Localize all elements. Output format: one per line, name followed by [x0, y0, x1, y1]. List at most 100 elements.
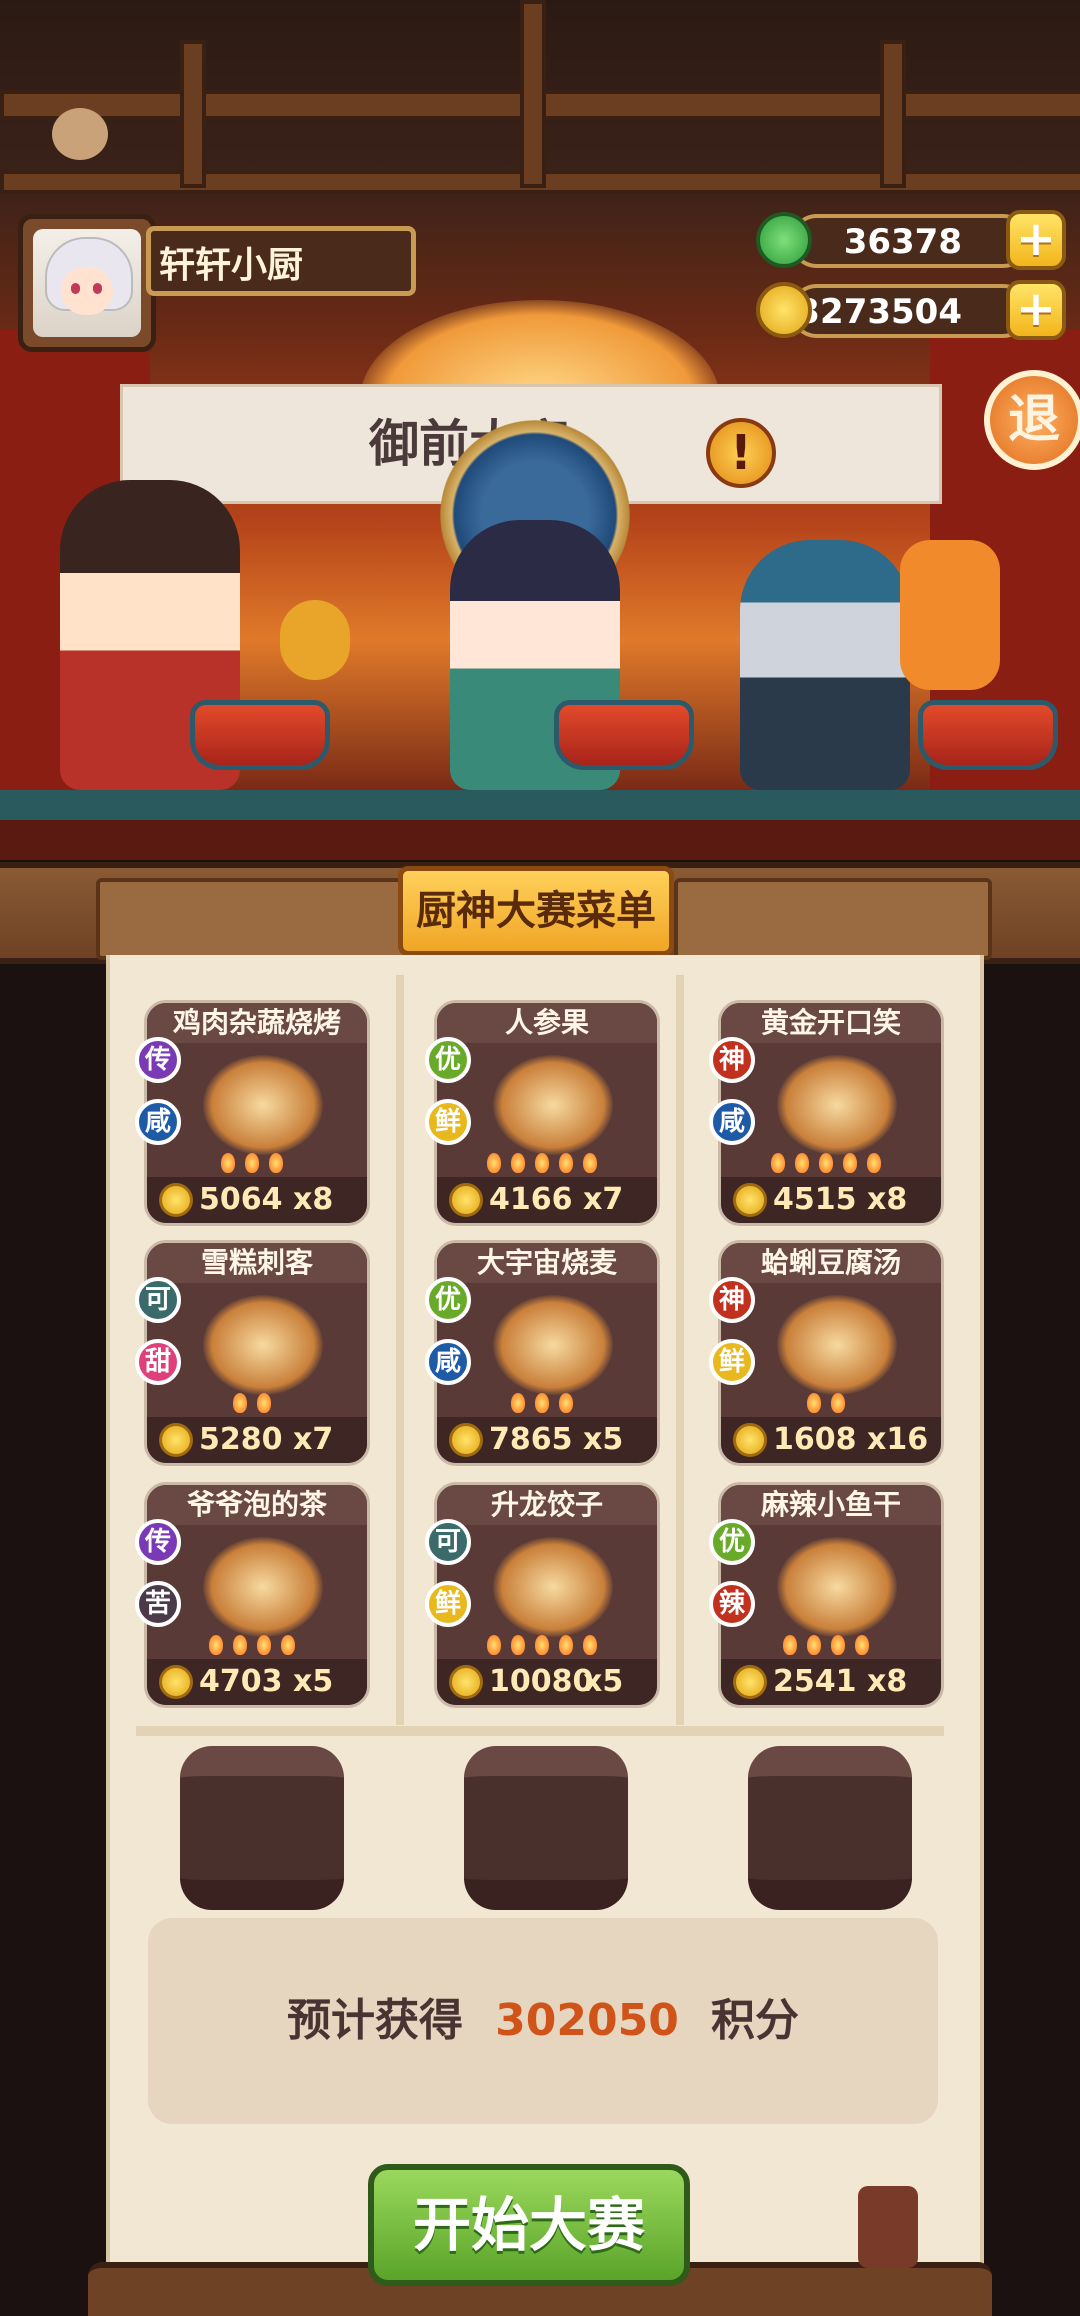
dish-price: 5280 [199, 1422, 283, 1457]
gold-balance: 3273504 [796, 292, 962, 332]
dish-card[interactable]: 升龙饺子 10080 x5 可鲜 [425, 1482, 660, 1708]
dish-name: 蛤蜊豆腐汤 [721, 1243, 941, 1283]
gold-coin-icon [733, 1183, 767, 1217]
flame-icon [269, 1153, 283, 1173]
dish-count: x7 [293, 1422, 334, 1457]
flavor-badge: 咸 [425, 1339, 471, 1385]
dish-card[interactable]: 雪糕刺客 5280 x7 可甜 [135, 1240, 370, 1466]
player-name-plate: 轩轩小厨 [146, 226, 416, 296]
gold-coin-icon [756, 282, 812, 338]
gold-coin-icon [733, 1423, 767, 1457]
row-divider [136, 1726, 944, 1736]
dish-card[interactable]: 麻辣小鱼干 2541 x8 优辣 [709, 1482, 944, 1708]
shaomai-icon [493, 1295, 613, 1395]
flame-icon [487, 1635, 501, 1655]
start-contest-label: 开始大赛 [412, 2191, 645, 2259]
flame-icon [511, 1153, 525, 1173]
estimate-value: 302050 [495, 1995, 679, 2046]
rank-badge: 可 [135, 1277, 181, 1323]
dish-card[interactable]: 鸡肉杂蔬烧烤 5064 x8 传咸 [135, 1000, 370, 1226]
flame-icon [257, 1635, 271, 1655]
dish-card[interactable]: 蛤蜊豆腐汤 1608 x16 神鲜 [709, 1240, 944, 1466]
dish-price-band: 1608 x16 [721, 1417, 941, 1463]
flame-icon [511, 1393, 525, 1413]
dish-card[interactable]: 爷爷泡的茶 4703 x5 传苦 [135, 1482, 370, 1708]
pen-holder-icon [858, 2186, 918, 2268]
rank-badge: 优 [709, 1519, 755, 1565]
flame-icon [511, 1635, 525, 1655]
cooking-stove [554, 700, 694, 770]
dish-name: 爷爷泡的茶 [147, 1485, 367, 1525]
empty-dish-slot[interactable] [748, 1746, 912, 1910]
flame-icon [771, 1153, 785, 1173]
flame-icon [855, 1635, 869, 1655]
start-contest-button[interactable]: 开始大赛 [368, 2164, 690, 2286]
flavor-badge: 甜 [135, 1339, 181, 1385]
dish-price-band: 5280 x7 [147, 1417, 367, 1463]
flavor-badge: 鲜 [425, 1099, 471, 1145]
dish-name: 大宇宙烧麦 [437, 1243, 657, 1283]
add-gold-button[interactable]: + [1006, 280, 1066, 340]
flame-icon [867, 1153, 881, 1173]
wolf-character-right [740, 540, 910, 790]
avatar-face [61, 267, 113, 315]
menu-title: 厨神大赛菜单 [398, 866, 674, 956]
flame-icon [209, 1635, 223, 1655]
clam-soup-icon [777, 1295, 897, 1395]
gold-coin-icon [159, 1423, 193, 1457]
flavor-badge: 苦 [135, 1581, 181, 1627]
dish-price-band: 4515 x8 [721, 1177, 941, 1223]
dish-name: 鸡肉杂蔬烧烤 [147, 1003, 367, 1043]
empty-dish-slot[interactable] [464, 1746, 628, 1910]
dish-count: x8 [867, 1664, 908, 1699]
add-jade-button[interactable]: + [1006, 210, 1066, 270]
flame-icon [487, 1153, 501, 1173]
rank-badge: 可 [425, 1519, 471, 1565]
event-info-button[interactable]: ! [706, 418, 776, 488]
flavor-badge: 鲜 [709, 1339, 755, 1385]
menu-title-text: 厨神大赛菜单 [416, 888, 656, 934]
exit-label: 退 [1007, 390, 1060, 450]
player-avatar-button[interactable] [18, 214, 156, 352]
flame-icon [559, 1153, 573, 1173]
rank-badge: 传 [135, 1519, 181, 1565]
dish-price-band: 10080 x5 [437, 1659, 657, 1705]
dish-name: 麻辣小鱼干 [721, 1485, 941, 1525]
jade-coin-icon [756, 212, 812, 268]
flame-icon [245, 1153, 259, 1173]
dish-price-band: 7865 x5 [437, 1417, 657, 1463]
estimated-score-panel: 预计获得 302050 积分 [148, 1918, 938, 2124]
dish-price: 5064 [199, 1182, 283, 1217]
gold-coin-icon [449, 1423, 483, 1457]
exit-button[interactable]: 退 [984, 370, 1080, 470]
dish-price-band: 5064 x8 [147, 1177, 367, 1223]
dish-price: 10080 [489, 1664, 594, 1699]
empty-dish-slot[interactable] [180, 1746, 344, 1910]
dish-price-band: 4166 x7 [437, 1177, 657, 1223]
jade-balance: 36378 [843, 222, 962, 262]
dish-name: 人参果 [437, 1003, 657, 1043]
roof-post [520, 0, 546, 188]
flame-icon [233, 1393, 247, 1413]
dish-card[interactable]: 大宇宙烧麦 7865 x5 优咸 [425, 1240, 660, 1466]
gold-coin-icon [449, 1665, 483, 1699]
cooking-stove [190, 700, 330, 770]
rank-badge: 传 [135, 1037, 181, 1083]
dish-count: x16 [867, 1422, 929, 1457]
dish-card[interactable]: 黄金开口笑 4515 x8 神咸 [709, 1000, 944, 1226]
flavor-badge: 鲜 [425, 1581, 471, 1627]
flavor-badge: 咸 [709, 1099, 755, 1145]
dish-price: 1608 [773, 1422, 857, 1457]
roof-post [180, 40, 206, 188]
player-name: 轩轩小厨 [159, 245, 304, 286]
flame-icon [783, 1635, 797, 1655]
dish-card[interactable]: 人参果 4166 x7 优鲜 [425, 1000, 660, 1226]
flame-icon [221, 1153, 235, 1173]
gold-coin-icon [733, 1665, 767, 1699]
flame-icon [795, 1153, 809, 1173]
rank-badge: 优 [425, 1277, 471, 1323]
dish-count: x7 [583, 1182, 624, 1217]
jade-balance-bar: 36378 [790, 214, 1030, 268]
dish-price: 4515 [773, 1182, 857, 1217]
flame-icon [819, 1153, 833, 1173]
